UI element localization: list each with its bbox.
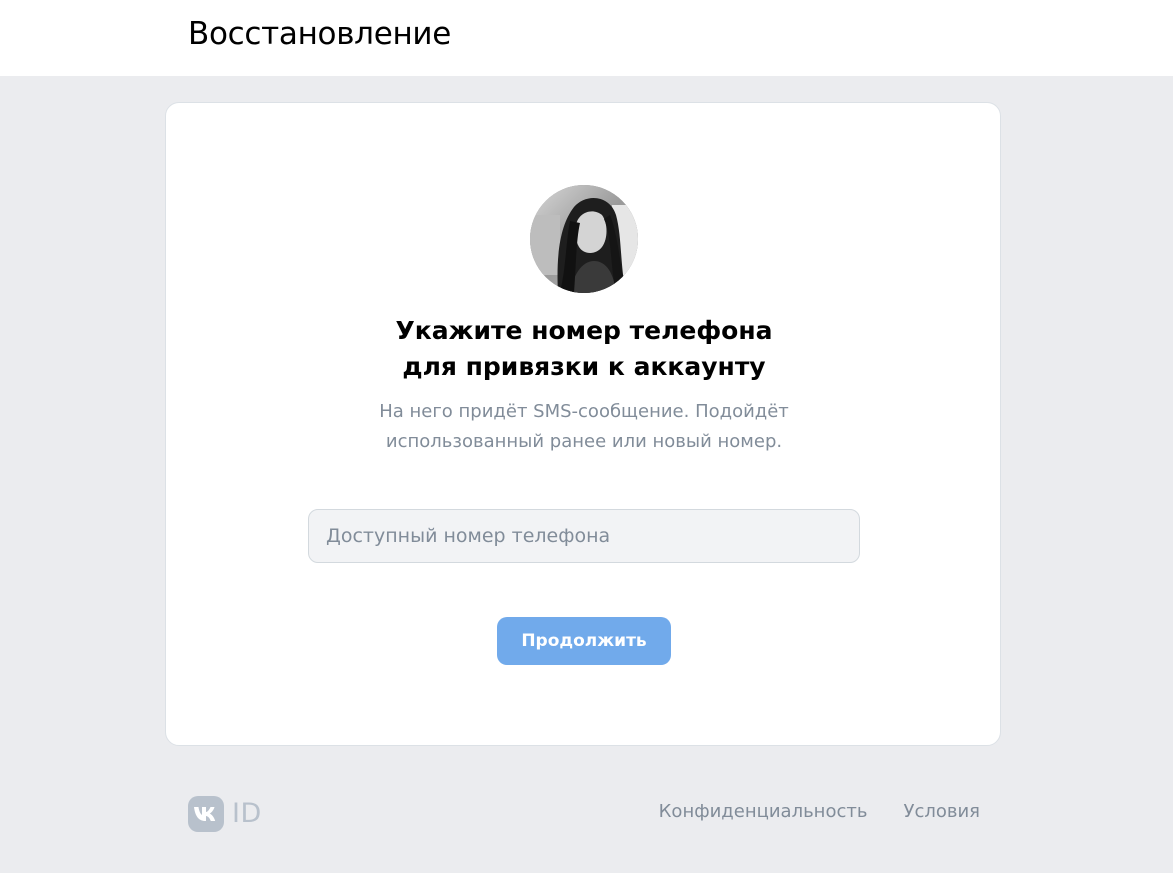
id-logo-text: ID xyxy=(232,798,262,829)
card-description: На него придёт SMS-сообщение. Подойдёт и… xyxy=(166,397,1002,457)
user-avatar xyxy=(530,185,638,293)
avatar-photo-icon xyxy=(530,185,638,293)
description-line-2: использованный ранее или новый номер. xyxy=(385,431,783,452)
phone-number-input[interactable] xyxy=(308,509,860,563)
terms-link[interactable]: Условия xyxy=(903,800,980,824)
top-bar: Восстановление xyxy=(0,0,1173,76)
recovery-card: Укажите номер телефона для привязки к ак… xyxy=(165,102,1001,746)
vk-logo-icon xyxy=(188,795,224,832)
continue-button[interactable]: Продолжить xyxy=(497,617,671,665)
privacy-link[interactable]: Конфиденциальность xyxy=(659,800,868,824)
vk-id-logo[interactable]: ID xyxy=(188,795,262,832)
card-heading: Укажите номер телефона для привязки к ак… xyxy=(166,313,1002,385)
description-line-1: На него придёт SMS-сообщение. Подойдёт xyxy=(379,401,789,422)
heading-line-2: для привязки к аккаунту xyxy=(402,352,766,381)
page-title: Восстановление xyxy=(188,16,452,52)
heading-line-1: Укажите номер телефона xyxy=(395,316,773,345)
vk-glyph-icon xyxy=(194,806,216,821)
footer-links: Конфиденциальность Условия xyxy=(659,800,980,824)
